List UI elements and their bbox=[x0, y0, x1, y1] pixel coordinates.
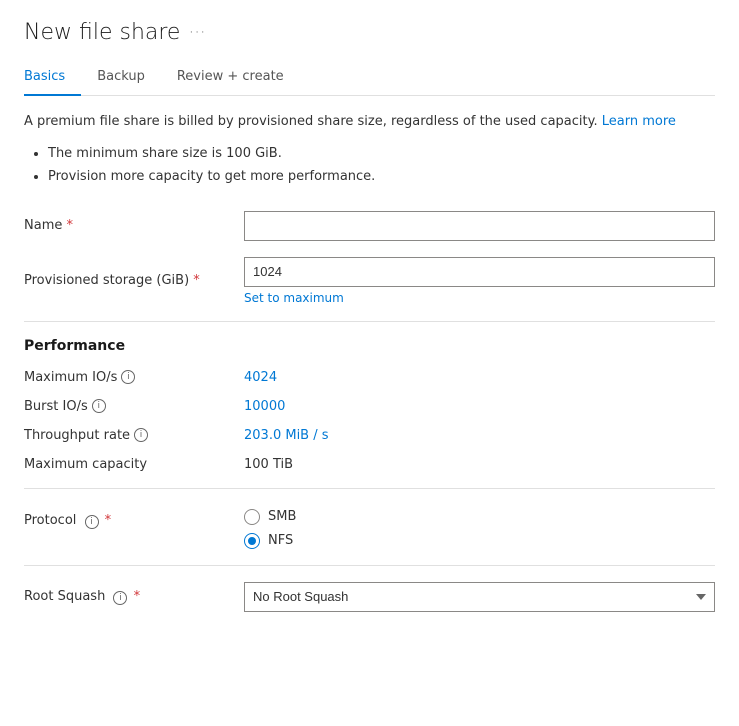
bullet-item-2: Provision more capacity to get more perf… bbox=[48, 167, 715, 187]
root-squash-select-wrapper: No Root Squash Root Squash All Squash bbox=[244, 582, 715, 612]
perf-label-burst-ios: Burst IO/s i bbox=[24, 399, 244, 414]
name-label: Name * bbox=[24, 218, 244, 233]
info-icon-root-squash[interactable]: i bbox=[113, 591, 127, 605]
info-icon-burst-ios[interactable]: i bbox=[92, 399, 106, 413]
protocol-options: SMB NFS bbox=[244, 509, 715, 549]
tab-backup[interactable]: Backup bbox=[97, 61, 161, 96]
performance-heading: Performance bbox=[24, 338, 715, 354]
name-control bbox=[244, 211, 715, 241]
bullet-list: The minimum share size is 100 GiB. Provi… bbox=[48, 144, 715, 187]
perf-value-max-capacity: 100 TiB bbox=[244, 457, 293, 472]
more-options-icon[interactable]: ··· bbox=[188, 22, 205, 43]
storage-input[interactable] bbox=[244, 257, 715, 287]
perf-value-throughput: 203.0 MiB / s bbox=[244, 428, 329, 443]
protocol-option-nfs[interactable]: NFS bbox=[244, 533, 715, 549]
tab-basics[interactable]: Basics bbox=[24, 61, 81, 96]
info-icon-protocol[interactable]: i bbox=[85, 515, 99, 529]
protocol-options-container: SMB NFS bbox=[244, 509, 715, 549]
radio-label-smb: SMB bbox=[268, 509, 296, 524]
storage-form-row: Provisioned storage (GiB) * Set to maxim… bbox=[24, 257, 715, 305]
tab-bar: Basics Backup Review + create bbox=[24, 61, 715, 96]
radio-label-nfs: NFS bbox=[268, 533, 293, 548]
root-squash-select[interactable]: No Root Squash Root Squash All Squash bbox=[244, 582, 715, 612]
name-input[interactable] bbox=[244, 211, 715, 241]
root-squash-label: Root Squash i * bbox=[24, 589, 244, 605]
perf-row-burst-ios: Burst IO/s i 10000 bbox=[24, 399, 715, 414]
name-required: * bbox=[67, 218, 74, 233]
root-squash-control: No Root Squash Root Squash All Squash bbox=[244, 582, 715, 612]
protocol-required: * bbox=[105, 513, 112, 528]
divider-3 bbox=[24, 565, 715, 566]
perf-row-throughput: Throughput rate i 203.0 MiB / s bbox=[24, 428, 715, 443]
perf-value-burst-ios: 10000 bbox=[244, 399, 285, 414]
info-banner: A premium file share is billed by provis… bbox=[24, 112, 715, 132]
perf-value-max-ios: 4024 bbox=[244, 370, 277, 385]
name-form-row: Name * bbox=[24, 211, 715, 241]
root-squash-form-row: Root Squash i * No Root Squash Root Squa… bbox=[24, 582, 715, 612]
set-to-max-link[interactable]: Set to maximum bbox=[244, 291, 715, 305]
divider-2 bbox=[24, 488, 715, 489]
page-title: New file share bbox=[24, 20, 180, 45]
protocol-option-smb[interactable]: SMB bbox=[244, 509, 715, 525]
storage-control: Set to maximum bbox=[244, 257, 715, 305]
perf-label-max-capacity: Maximum capacity bbox=[24, 457, 244, 472]
bullet-item-1: The minimum share size is 100 GiB. bbox=[48, 144, 715, 164]
storage-label: Provisioned storage (GiB) * bbox=[24, 273, 244, 288]
radio-nfs[interactable] bbox=[244, 533, 260, 549]
info-icon-throughput[interactable]: i bbox=[134, 428, 148, 442]
learn-more-link[interactable]: Learn more bbox=[602, 114, 676, 129]
protocol-label: Protocol i * bbox=[24, 509, 244, 529]
page-title-container: New file share ··· bbox=[24, 20, 715, 45]
storage-required: * bbox=[193, 273, 200, 288]
perf-label-throughput: Throughput rate i bbox=[24, 428, 244, 443]
perf-row-max-ios: Maximum IO/s i 4024 bbox=[24, 370, 715, 385]
root-squash-required: * bbox=[134, 589, 141, 604]
perf-label-max-ios: Maximum IO/s i bbox=[24, 370, 244, 385]
tab-review-create[interactable]: Review + create bbox=[177, 61, 300, 96]
protocol-form-row: Protocol i * SMB NFS bbox=[24, 505, 715, 549]
perf-row-max-capacity: Maximum capacity 100 TiB bbox=[24, 457, 715, 472]
radio-smb[interactable] bbox=[244, 509, 260, 525]
info-icon-max-ios[interactable]: i bbox=[121, 370, 135, 384]
divider-1 bbox=[24, 321, 715, 322]
